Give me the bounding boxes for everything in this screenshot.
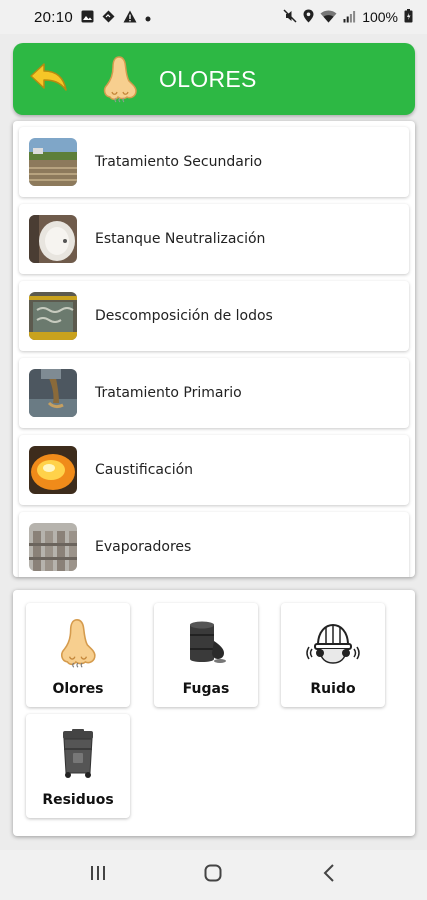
sludge-decomposition-photo	[29, 292, 77, 340]
battery-icon	[404, 9, 413, 25]
primary-treatment-photo	[29, 369, 77, 417]
list-item-label: Evaporadores	[95, 539, 192, 555]
list-item[interactable]: Caustificación	[19, 435, 409, 505]
back-button[interactable]	[29, 59, 69, 99]
list-item[interactable]: Evaporadores	[19, 512, 409, 577]
status-time: 20:10	[34, 8, 74, 26]
list-item-label: Descomposición de lodos	[95, 308, 273, 324]
barrel-leak-icon	[176, 613, 236, 673]
list-item[interactable]: Descomposición de lodos	[19, 281, 409, 351]
helmet-noise-icon	[303, 613, 363, 673]
wifi-icon	[320, 10, 337, 25]
area-list: Tratamiento Secundario Estanque Neutrali…	[13, 121, 415, 577]
caustification-photo	[29, 446, 77, 494]
system-nav-bar	[0, 850, 427, 900]
status-bar: 20:10 100%	[0, 0, 427, 34]
category-label: Fugas	[182, 681, 230, 697]
status-right: 100%	[283, 9, 413, 25]
back-arrow-icon	[29, 61, 69, 98]
recent-apps-icon	[89, 865, 107, 886]
list-item-label: Estanque Neutralización	[95, 231, 266, 247]
page-title: OLORES	[159, 65, 257, 92]
location-diamond-icon	[102, 10, 115, 25]
list-item-label: Caustificación	[95, 462, 194, 478]
category-ruido[interactable]: Ruido	[281, 603, 385, 707]
category-olores[interactable]: Olores	[26, 603, 130, 707]
location-pin-icon	[303, 9, 314, 25]
system-back-button[interactable]	[309, 855, 349, 895]
category-fugas[interactable]: Fugas	[154, 603, 258, 707]
home-button[interactable]	[193, 855, 233, 895]
category-label: Ruido	[310, 681, 356, 697]
list-item-label: Tratamiento Primario	[95, 385, 242, 401]
dot-icon	[145, 11, 151, 24]
neutralization-tank-photo	[29, 215, 77, 263]
evaporators-photo	[29, 523, 77, 571]
warning-icon	[123, 10, 137, 25]
list-item[interactable]: Estanque Neutralización	[19, 204, 409, 274]
home-icon	[204, 864, 222, 887]
header-nose-icon	[99, 53, 141, 105]
category-label: Olores	[52, 681, 104, 697]
status-left: 20:10	[34, 9, 151, 26]
category-residuos[interactable]: Residuos	[26, 714, 130, 818]
nose-icon	[48, 613, 108, 673]
mute-icon	[283, 9, 297, 25]
back-icon	[323, 863, 335, 887]
list-item[interactable]: Tratamiento Primario	[19, 358, 409, 428]
category-label: Residuos	[42, 792, 114, 808]
battery-percent: 100%	[362, 9, 398, 25]
secondary-treatment-photo	[29, 138, 77, 186]
header-bar: OLORES	[13, 43, 415, 115]
image-icon	[81, 10, 94, 25]
recent-apps-button[interactable]	[78, 855, 118, 895]
signal-icon	[343, 10, 356, 25]
trash-bin-icon	[48, 724, 108, 784]
list-item[interactable]: Tratamiento Secundario	[19, 127, 409, 197]
list-item-label: Tratamiento Secundario	[95, 154, 263, 170]
category-grid: Olores Fugas Ruido Residuos	[13, 590, 415, 836]
